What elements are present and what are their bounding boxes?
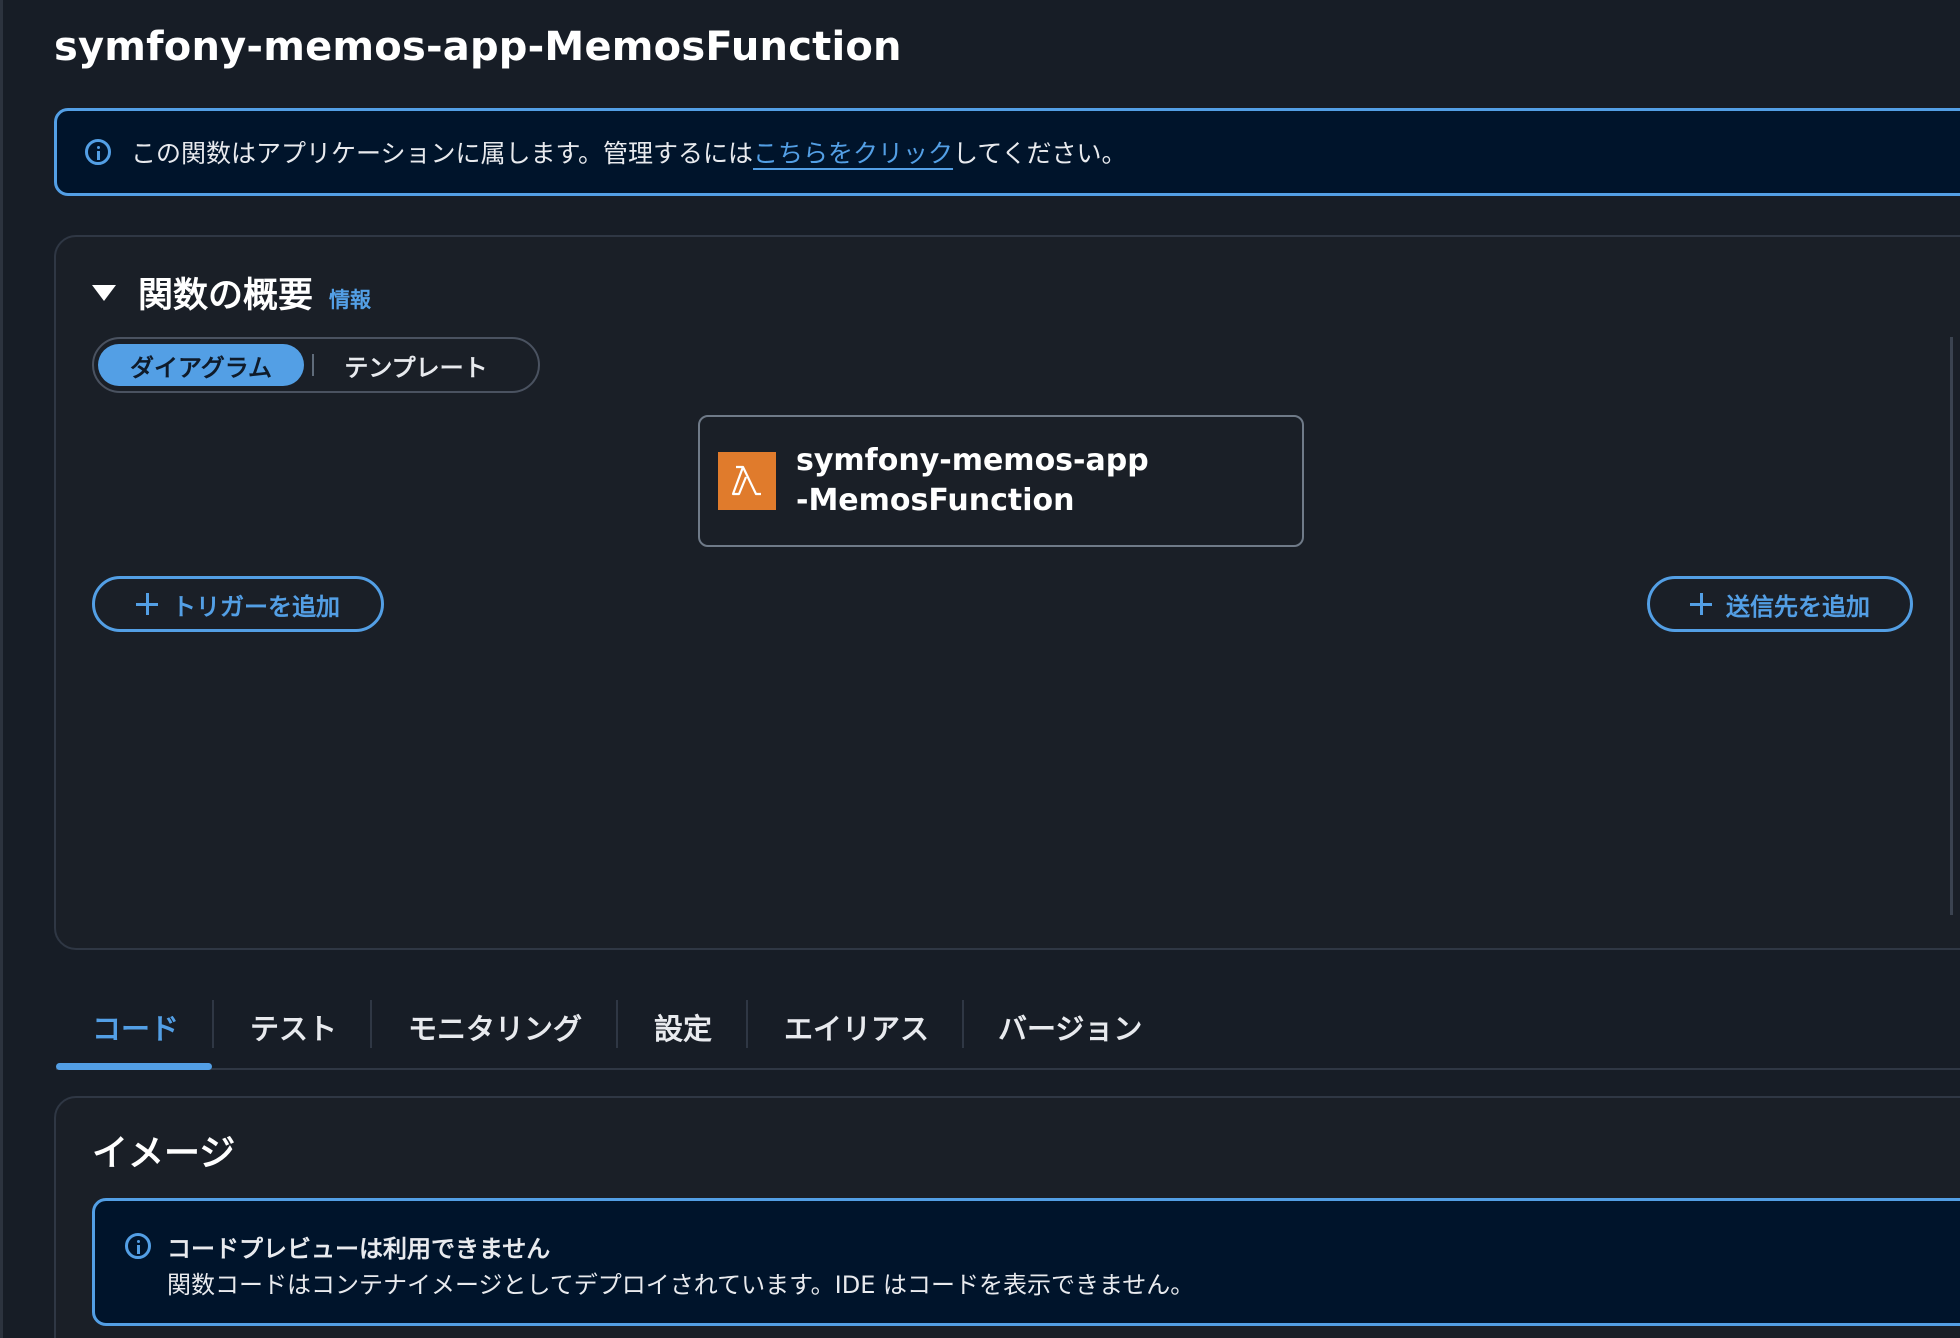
add-trigger-label: トリガーを追加 — [172, 592, 340, 621]
tab-aliases[interactable]: エイリアス — [748, 1000, 962, 1066]
tab-test[interactable]: テスト — [214, 1000, 370, 1066]
function-tabs: コード テスト モニタリング 設定 エイリアス バージョン — [56, 1000, 1960, 1070]
diagram-toggle-button[interactable]: ダイアグラム — [98, 344, 304, 386]
lambda-function-page: symfony-memos-app-MemosFunction この関数はアプリ… — [0, 0, 1960, 1338]
code-preview-unavailable-alert: コードプレビューは利用できません 関数コードはコンテナイメージとしてデプロイされ… — [92, 1198, 1960, 1326]
add-destination-button[interactable]: 送信先を追加 — [1647, 576, 1913, 632]
plus-icon — [136, 593, 158, 615]
function-overview-panel: 関数の概要 情報 ダイアグラム テンプレート symfony-memos-app… — [54, 235, 1960, 950]
tab-monitoring[interactable]: モニタリング — [372, 1000, 616, 1066]
banner-text-before: この関数はアプリケーションに属します。管理するには — [131, 139, 754, 168]
plus-icon — [1690, 593, 1712, 615]
function-overview-header[interactable]: 関数の概要 情報 — [92, 267, 371, 318]
function-overview-title: 関数の概要 — [138, 276, 314, 316]
manage-application-link[interactable]: こちらをクリック — [753, 139, 953, 168]
tab-configuration[interactable]: 設定 — [618, 1000, 746, 1066]
function-node-name: symfony-memos-app-MemosFunction — [796, 443, 1149, 518]
add-trigger-button[interactable]: トリガーを追加 — [92, 576, 384, 632]
lambda-icon — [718, 452, 776, 510]
page-title: symfony-memos-app-MemosFunction — [54, 24, 902, 70]
preview-alert-body: 関数コードはコンテナイメージとしてデプロイされています。IDE はコードを表示で… — [167, 1271, 1195, 1299]
application-info-banner: この関数はアプリケーションに属します。管理するにはこちらをクリックしてください。 — [54, 108, 1960, 196]
diagram-scrollbar[interactable] — [1950, 337, 1953, 915]
banner-message: この関数はアプリケーションに属します。管理するにはこちらをクリックしてください。 — [131, 134, 1127, 170]
template-toggle-button[interactable]: テンプレート — [326, 344, 506, 386]
info-icon — [125, 1233, 151, 1259]
function-node[interactable]: symfony-memos-app-MemosFunction — [698, 415, 1304, 547]
view-toggle: ダイアグラム テンプレート — [92, 337, 540, 393]
overview-info-link[interactable]: 情報 — [329, 284, 371, 314]
toggle-divider — [312, 354, 314, 376]
caret-down-icon[interactable] — [92, 285, 116, 301]
image-section-title: イメージ — [92, 1133, 236, 1174]
tab-versions[interactable]: バージョン — [964, 1000, 1164, 1066]
preview-alert-title: コードプレビューは利用できません — [167, 1235, 551, 1263]
tab-code[interactable]: コード — [56, 1000, 212, 1070]
add-destination-label: 送信先を追加 — [1726, 592, 1870, 621]
image-panel: イメージ コードプレビューは利用できません 関数コードはコンテナイメージとしてデ… — [54, 1096, 1960, 1338]
info-icon — [85, 139, 111, 165]
left-edge-divider — [0, 0, 3, 1338]
banner-text-after: してください。 — [953, 139, 1127, 168]
